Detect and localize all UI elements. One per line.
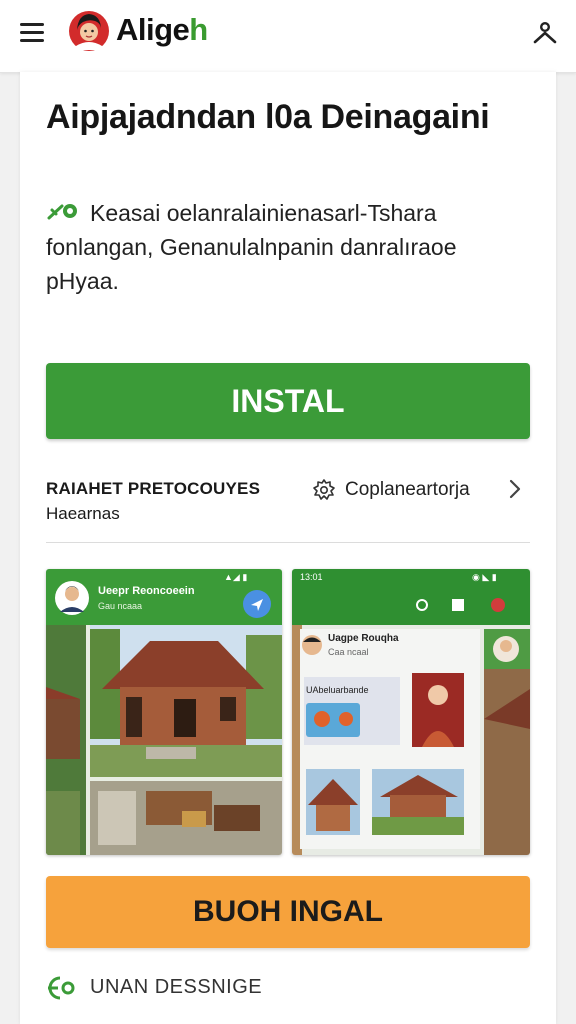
install-button[interactable]: INSTAL [46, 363, 530, 439]
screenshot-1-image: ▲◢ ▮ Ueepr Reoncoeein Gau ncaaa [46, 569, 282, 855]
app-name-main: Alige [116, 12, 190, 47]
app-details-card: Aipjajadndan l0a Deinagaini Keasai oelan… [20, 72, 556, 1024]
shot1-status-icons: ▲◢ ▮ [224, 572, 247, 582]
shot2-profile-sub: Caa ncaal [328, 647, 369, 657]
shot1-profile-name: Ueepr Reoncoeein [98, 585, 195, 597]
gear-icon [313, 479, 335, 500]
app-description: Keasai oelanralainienasarl-Tshara fonlan… [46, 200, 457, 294]
hamburger-menu-icon[interactable] [20, 23, 44, 45]
toggle-icon [48, 976, 75, 1000]
category-line-1: RAIAHET PRETOCOUYES [46, 479, 261, 498]
shot2-profile-name: Uagpe Rouqha [328, 633, 399, 644]
app-logo-icon [69, 11, 109, 51]
shot1-profile-sub: Gau ncaaa [98, 601, 142, 611]
footer-link[interactable]: UNAN DESSNIGE [90, 976, 262, 999]
screenshot-1[interactable]: ▲◢ ▮ Ueepr Reoncoeein Gau ncaaa [46, 569, 282, 855]
developer-label: Coplaneartorja [345, 479, 470, 500]
shot2-status-time: 13:01 [300, 572, 323, 582]
app-name: Aligeh [116, 12, 208, 48]
chevron-right-icon[interactable] [508, 478, 522, 500]
shot2-status-icons: ◉ ◣ ▮ [472, 572, 497, 582]
screenshot-2-image: 13:01 ◉ ◣ ▮ Uagpe Rouqha Caa ncaal UAbel… [292, 569, 530, 855]
divider [46, 542, 530, 543]
category-info: RAIAHET PRETOCOUYES Haearnas [46, 476, 260, 526]
user-icon[interactable] [530, 18, 560, 48]
top-app-bar: Aligeh [0, 0, 576, 73]
buy-button[interactable]: BUOH INGAL [46, 876, 530, 948]
page-title: Aipjajadndan l0a Deinagaini [46, 98, 490, 136]
shot2-card-title: UAbeluarbande [306, 685, 369, 695]
screenshot-2[interactable]: 13:01 ◉ ◣ ▮ Uagpe Rouqha Caa ncaal UAbel… [292, 569, 530, 855]
app-name-accent: h [189, 12, 208, 47]
category-line-2: Haearnas [46, 504, 120, 523]
